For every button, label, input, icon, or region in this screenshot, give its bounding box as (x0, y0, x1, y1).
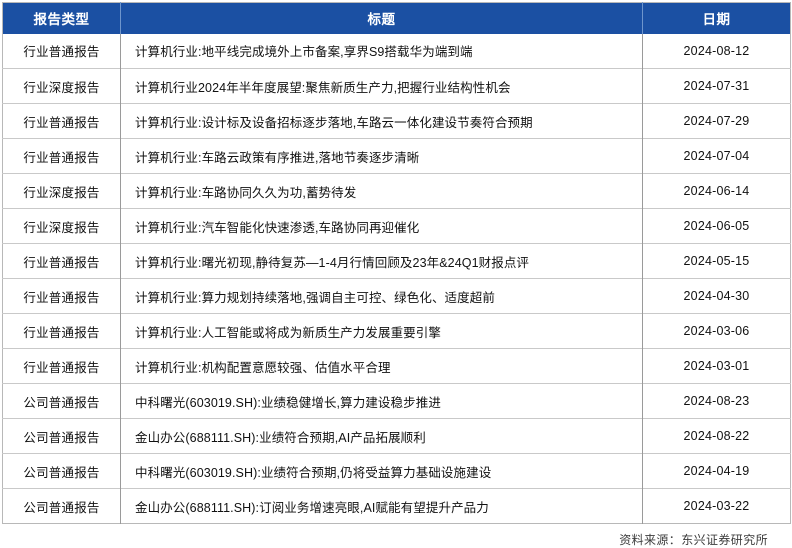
table-row: 行业普通报告 计算机行业:人工智能或将成为新质生产力发展重要引擎 2024-03… (2, 313, 791, 349)
cell-date: 2024-06-14 (642, 173, 791, 209)
cell-report-type: 公司普通报告 (2, 418, 121, 454)
column-header-title: 标题 (120, 2, 643, 34)
cell-date: 2024-03-01 (642, 348, 791, 384)
cell-title: 计算机行业:车路协同久久为功,蓄势待发 (120, 173, 643, 209)
cell-report-type: 行业深度报告 (2, 173, 121, 209)
cell-date: 2024-05-15 (642, 243, 791, 279)
column-header-report-type: 报告类型 (2, 2, 121, 34)
cell-title: 计算机行业:人工智能或将成为新质生产力发展重要引擎 (120, 313, 643, 349)
cell-date: 2024-06-05 (642, 208, 791, 244)
cell-date: 2024-08-12 (683, 43, 750, 58)
table-row: 行业普通报告 计算机行业:车路云政策有序推进,落地节奏逐步清晰 2024-07-… (2, 138, 791, 174)
cell-title: 计算机行业:曙光初现,静待复苏—1-4月行情回顾及23年&24Q1财报点评 (120, 243, 643, 279)
cell-report-type: 公司普通报告 (2, 488, 121, 524)
table-row: 公司普通报告 金山办公(688111.SH):业绩符合预期,AI产品拓展顺利 2… (2, 418, 791, 454)
table-row: 行业深度报告 计算机行业2024年半年度展望:聚焦新质生产力,把握行业结构性机会… (2, 68, 791, 104)
cell-date: 2024-07-31 (642, 68, 791, 104)
table-row: 行业普通报告 计算机行业:设计标及设备招标逐步落地,车路云一体化建设节奏符合预期… (2, 103, 791, 139)
cell-title: 计算机行业:机构配置意愿较强、估值水平合理 (120, 348, 643, 384)
cell-date: 2024-04-19 (642, 453, 791, 489)
table-row: 行业深度报告 计算机行业:车路协同久久为功,蓄势待发 2024-06-14 (2, 173, 791, 209)
cell-date: 2024-08-22 (642, 418, 791, 454)
cell-title: 金山办公(688111.SH):订阅业务增速亮眼,AI赋能有望提升产品力 (120, 488, 643, 524)
cell-date: 2024-03-22 (642, 488, 791, 524)
table-row: 公司普通报告 中科曙光(603019.SH):业绩稳健增长,算力建设稳步推进 2… (2, 383, 791, 419)
table-row: 行业普通报告 计算机行业:地平线完成境外上市备案,享界S9搭载华为端到端 202… (2, 33, 791, 69)
report-table-page: 报告类型 标题 日期 行业普通报告 计算机行业:地平线完成境外上市备案,享界S9… (0, 0, 792, 547)
cell-title: 中科曙光(603019.SH):业绩符合预期,仍将受益算力基础设施建设 (120, 453, 643, 489)
table-row: 行业普通报告 计算机行业:机构配置意愿较强、估值水平合理 2024-03-01 (2, 348, 791, 384)
cell-report-type: 行业深度报告 (2, 208, 121, 244)
cell-date: 2024-07-04 (642, 138, 791, 174)
cell-date: 2024-08-23 (642, 383, 791, 419)
cell-title: 计算机行业:地平线完成境外上市备案,享界S9搭载华为端到端 (120, 33, 643, 69)
table-row: 公司普通报告 金山办公(688111.SH):订阅业务增速亮眼,AI赋能有望提升… (2, 488, 791, 524)
cell-title: 计算机行业2024年半年度展望:聚焦新质生产力,把握行业结构性机会 (120, 68, 643, 104)
cell-title: 计算机行业:车路云政策有序推进,落地节奏逐步清晰 (120, 138, 643, 174)
cell-report-type: 公司普通报告 (2, 383, 121, 419)
cell-date: 2024-04-30 (642, 278, 791, 314)
source-note: 资料来源：东兴证券研究所 (619, 533, 768, 547)
cell-report-type: 行业普通报告 (2, 138, 121, 174)
table-header: 报告类型 标题 日期 (2, 2, 791, 34)
cell-report-type: 行业普通报告 (2, 33, 121, 69)
table-row: 行业普通报告 计算机行业:算力规划持续落地,强调自主可控、绿色化、适度超前 20… (2, 278, 791, 314)
cell-title: 计算机行业:设计标及设备招标逐步落地,车路云一体化建设节奏符合预期 (120, 103, 643, 139)
cell-title: 中科曙光(603019.SH):业绩稳健增长,算力建设稳步推进 (120, 383, 643, 419)
cell-report-type: 行业普通报告 (2, 348, 121, 384)
column-header-date: 日期 (642, 2, 791, 34)
cell-title: 计算机行业:汽车智能化快速渗透,车路协同再迎催化 (120, 208, 643, 244)
table-row: 公司普通报告 中科曙光(603019.SH):业绩符合预期,仍将受益算力基础设施… (2, 453, 791, 489)
cell-report-type: 行业普通报告 (2, 278, 121, 314)
cell-report-type: 公司普通报告 (2, 453, 121, 489)
research-report-table: 报告类型 标题 日期 行业普通报告 计算机行业:地平线完成境外上市备案,享界S9… (2, 2, 791, 524)
cell-title: 计算机行业:算力规划持续落地,强调自主可控、绿色化、适度超前 (120, 278, 643, 314)
table-row: 行业深度报告 计算机行业:汽车智能化快速渗透,车路协同再迎催化 2024-06-… (2, 208, 791, 244)
cell-title: 金山办公(688111.SH):业绩符合预期,AI产品拓展顺利 (120, 418, 643, 454)
cell-report-type: 行业深度报告 (2, 68, 121, 104)
cell-report-type: 行业普通报告 (2, 313, 121, 349)
table-body: 行业普通报告 计算机行业:地平线完成境外上市备案,享界S9搭载华为端到端 202… (2, 33, 791, 524)
table-row: 行业普通报告 计算机行业:曙光初现,静待复苏—1-4月行情回顾及23年&24Q1… (2, 243, 791, 279)
cell-report-type: 行业普通报告 (2, 103, 121, 139)
cell-date: 2024-07-29 (642, 103, 791, 139)
cell-date: 2024-03-06 (642, 313, 791, 349)
table-header-row: 报告类型 标题 日期 (2, 2, 791, 34)
cell-report-type: 行业普通报告 (2, 243, 121, 279)
